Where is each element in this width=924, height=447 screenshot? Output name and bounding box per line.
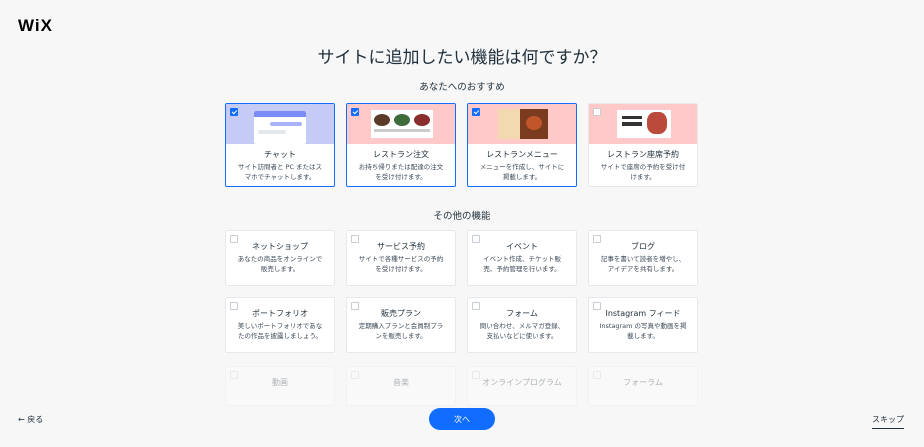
feature-card-restaurant-menu[interactable]: レストランメニュー メニューを作成し、サイトに掲載します。 [467, 103, 577, 187]
feature-title: レストラン座席予約 [607, 150, 679, 159]
feature-title: フォーム [506, 309, 538, 318]
restaurant-order-checkbox[interactable] [351, 108, 359, 116]
instagram-feed-checkbox[interactable] [593, 302, 601, 310]
feature-card-blog[interactable]: ブログ 記事を書いて読者を増やし、アイデアを共有します。 [588, 230, 698, 286]
feature-title: ポートフォリオ [252, 309, 308, 318]
video-checkbox[interactable] [230, 371, 238, 379]
next-button[interactable]: 次へ [429, 408, 495, 430]
skip-button[interactable]: スキップ [872, 414, 904, 429]
feature-card-forum[interactable]: フォーラム [588, 366, 698, 406]
feature-title: レストランメニュー [486, 150, 558, 159]
feature-description: Instagram の写真や動画を掲載します。 [599, 322, 687, 340]
feature-card-instagram-feed[interactable]: Instagram フィード Instagram の写真や動画を掲載します。 [588, 297, 698, 353]
feature-card-restaurant-order[interactable]: レストラン注文 お持ち帰りまたは配達の注文を受け付けます。 [346, 103, 456, 187]
bookings-checkbox[interactable] [351, 235, 359, 243]
feature-description: 問い合わせ、メルマガ登録、支払いなどに使います。 [479, 322, 565, 340]
music-checkbox[interactable] [351, 371, 359, 379]
online-store-checkbox[interactable] [230, 235, 238, 243]
other-features-heading: その他の機能 [433, 211, 491, 222]
feature-description: 記事を書いて読者を増やし、アイデアを共有します。 [600, 255, 686, 273]
feature-card-online-store[interactable]: ネットショップ あなたの商品をオンラインで販売します。 [225, 230, 335, 286]
restaurant-menu-preview-image [468, 104, 576, 144]
feature-card-music[interactable]: 音楽 [346, 366, 456, 406]
feature-description: あなたの商品をオンラインで販売します。 [237, 255, 323, 273]
feature-card-online-programs[interactable]: オンラインプログラム [467, 366, 577, 406]
feature-title: 音楽 [393, 378, 409, 387]
feature-title: サービス予約 [377, 242, 425, 251]
feature-card-bookings[interactable]: サービス予約 サイトで各種サービスの予約を受け付けます。 [346, 230, 456, 286]
feature-description: イベント作成、チケット販売、予約管理を行います。 [483, 255, 561, 273]
page-title: サイトに追加したい機能は何ですか？ [317, 48, 607, 68]
feature-title: ブログ [631, 242, 655, 251]
feature-card-restaurant-reservation[interactable]: レストラン座席予約 サイトで座席の予約を受け付けます。 [588, 103, 698, 187]
restaurant-order-preview-image [347, 104, 455, 144]
feature-description: 美しいポートフォリオであなたの作品を披露しましょう。 [237, 322, 323, 340]
restaurant-menu-checkbox[interactable] [472, 108, 480, 116]
feature-card-video[interactable]: 動画 [225, 366, 335, 406]
feature-description: お持ち帰りまたは配達の注文を受け付けます。 [358, 163, 444, 181]
feature-description: サイト訪問者と PC またはスマホでチャットします。 [237, 163, 323, 181]
blog-checkbox[interactable] [593, 235, 601, 243]
feature-title: ネットショップ [252, 242, 308, 251]
feature-card-events[interactable]: イベント イベント作成、チケット販売、予約管理を行います。 [467, 230, 577, 286]
feature-description: 定期購入プランと会員制プランを販売します。 [358, 322, 444, 340]
feature-title: イベント [506, 242, 538, 251]
feature-card-pricing-plans[interactable]: 販売プラン 定期購入プランと会員制プランを販売します。 [346, 297, 456, 353]
feature-title: フォーラム [623, 378, 663, 387]
feature-description: メニューを作成し、サイトに掲載します。 [479, 163, 565, 181]
recommended-heading: あなたへのおすすめ [419, 82, 505, 93]
portfolio-checkbox[interactable] [230, 302, 238, 310]
feature-card-chat[interactable]: チャット サイト訪問者と PC またはスマホでチャットします。 [225, 103, 335, 187]
wix-logo: WiX [18, 16, 53, 35]
feature-card-forms[interactable]: フォーム 問い合わせ、メルマガ登録、支払いなどに使います。 [467, 297, 577, 353]
feature-title: レストラン注文 [373, 150, 429, 159]
feature-title: 販売プラン [381, 309, 421, 318]
forum-checkbox[interactable] [593, 371, 601, 379]
events-checkbox[interactable] [472, 235, 480, 243]
online-programs-checkbox[interactable] [472, 371, 480, 379]
feature-title: チャット [264, 150, 296, 159]
feature-title: Instagram フィード [605, 309, 681, 318]
restaurant-reservation-checkbox[interactable] [593, 108, 601, 116]
pricing-plans-checkbox[interactable] [351, 302, 359, 310]
forms-checkbox[interactable] [472, 302, 480, 310]
restaurant-reservation-preview-image [589, 104, 697, 144]
feature-card-portfolio[interactable]: ポートフォリオ 美しいポートフォリオであなたの作品を披露しましょう。 [225, 297, 335, 353]
feature-description: サイトで各種サービスの予約を受け付けます。 [358, 255, 444, 273]
back-button[interactable]: ← 戻る [18, 414, 43, 425]
feature-title: 動画 [272, 378, 288, 387]
feature-title: オンラインプログラム [482, 378, 562, 387]
chat-checkbox[interactable] [230, 108, 238, 116]
chat-preview-image [226, 104, 334, 144]
feature-description: サイトで座席の予約を受け付けます。 [600, 163, 686, 181]
